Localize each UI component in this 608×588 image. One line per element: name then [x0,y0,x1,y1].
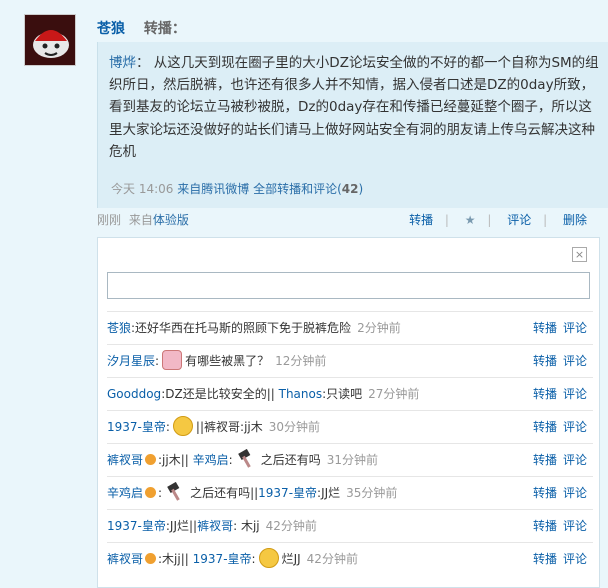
forward-button[interactable]: 转播 [409,213,433,227]
comment-user[interactable]: Thanos [279,387,323,401]
comment-user[interactable]: 苍狼 [107,321,131,335]
all-forwards-label: 全部转播和评论 [253,182,338,196]
post-meta-line: 刚刚 来自体验版 转播 | ★ | 评论 | 删除 [97,211,597,228]
forward-button[interactable]: 转播 [533,387,557,401]
comment-button[interactable]: 评论 [563,552,587,566]
comment-row: 1937-皇帝: ||裤衩哥:jj木 30分钟前 转播 评论 [107,410,593,443]
divider: | [444,213,449,227]
forward-count: 42 [341,182,359,196]
forward-button[interactable]: 转播 [533,486,557,500]
comment-user[interactable]: 1937-皇帝 [107,420,166,434]
comment-text: 有哪些被黑了？ [185,354,270,368]
post-actions: 转播 | ★ | 评论 | 删除 [397,211,587,228]
quoted-colon: ： [136,55,150,71]
comment-user[interactable]: 辛鸡启 [193,453,229,467]
comment-text: :DZ还是比较安全的|| [161,387,275,401]
comment-row: Gooddog:DZ还是比较安全的|| Thanos:只读吧 27分钟前 转播 评论 [107,377,593,410]
divider: | [543,213,548,227]
quoted-time: 今天 14:06 [111,182,174,196]
comment-time: 12分钟前 [275,354,327,368]
comment-time: 42分钟前 [306,552,358,566]
comment-text: ||裤衩哥: [195,420,245,434]
comment-row: 1937-皇帝:JJ烂||裤衩哥: 木jj 42分钟前 转播 评论 [107,509,593,542]
comment-button[interactable]: 评论 [563,519,587,533]
comment-text: : 木jj [233,519,260,533]
hammer-icon [165,481,187,502]
vip-icon [145,454,157,465]
post-header: 苍狼 转播： [97,18,186,38]
comment-user[interactable]: 裤衩哥 [107,453,143,467]
comment-button[interactable]: 评论 [563,420,587,434]
hammer-icon [236,448,258,469]
comment-text: 烂JJ [281,552,301,566]
comment-row: 辛鸡启: 之后还有吗||1937-皇帝:JJ烂 35分钟前 转播 评论 [107,476,593,509]
comment-row: 裤衩哥:jj木|| 辛鸡启: 之后还有吗 31分钟前 转播 评论 [107,443,593,476]
comment-panel: × 苍狼:还好华西在托马斯的照顾下免于脱裤危险 2分钟前 转播 评论 汐月星辰: 有哪… [97,237,600,588]
comment-input[interactable] [107,272,590,299]
vip-icon [145,553,157,564]
comment-text: :jj木|| [158,453,189,467]
post-time: 刚刚 [97,213,122,227]
comment-button[interactable]: 评论 [563,354,587,368]
post-action: 转播： [143,21,186,37]
comment-text: :JJ烂 [317,486,341,500]
comment-text: :木jj|| [158,552,189,566]
comment-time: 2分钟前 [357,321,401,335]
forward-button[interactable]: 转播 [533,552,557,566]
comment-user[interactable]: 裤衩哥 [107,552,143,566]
comment-button[interactable]: 评论 [563,486,587,500]
comment-text: 之后还有吗 [260,453,321,467]
avatar[interactable] [24,14,76,66]
quoted-source-link[interactable]: 来自腾讯微博 [177,182,249,196]
comment-row: 裤衩哥:木jj|| 1937-皇帝: 烂JJ 42分钟前 转播 评论 [107,542,593,575]
comment-button[interactable]: 评论 [563,453,587,467]
all-forwards-link[interactable]: 全部转播和评论(42) [253,182,363,196]
comment-button[interactable]: 评论 [507,213,531,227]
post-via-prefix: 来自 [128,213,153,227]
post-author[interactable]: 苍狼 [97,21,125,37]
star-icon[interactable]: ★ [465,213,476,227]
quoted-author[interactable]: 博烨 [109,55,136,71]
comment-row: 苍狼:还好华西在托马斯的照顾下免于脱裤危险 2分钟前 转播 评论 [107,311,593,344]
comment-user[interactable]: 辛鸡启 [107,486,143,500]
post-via-link[interactable]: 体验版 [153,213,189,227]
emoticon-icon [172,415,193,436]
comment-user[interactable]: 汐月星辰 [107,354,155,368]
comment-text: :JJ烂|| [165,519,198,533]
comment-text: :只读吧 [322,387,363,401]
delete-button[interactable]: 删除 [563,213,587,227]
comment-time: 35分钟前 [346,486,398,500]
emoticon-icon [162,349,183,370]
comment-time: 27分钟前 [368,387,420,401]
comment-user[interactable]: 裤衩哥 [197,519,233,533]
comment-time: 42分钟前 [265,519,317,533]
forward-button[interactable]: 转播 [533,321,557,335]
vip-icon [145,487,157,498]
wolf-icon [25,15,75,65]
comment-user[interactable]: Gooddog [107,387,161,401]
comment-time: 31分钟前 [326,453,379,467]
comment-text: :还好华西在托马斯的照顾下免于脱裤危险 [131,321,352,335]
comment-user[interactable]: 1937-皇帝 [258,486,317,500]
comment-user[interactable]: 1937-皇帝 [193,552,252,566]
comment-text: 之后还有吗|| [190,486,259,500]
emoticon-icon [258,547,279,568]
comment-user[interactable]: 1937-皇帝 [107,519,166,533]
comment-button[interactable]: 评论 [563,321,587,335]
comment-row: 汐月星辰: 有哪些被黑了？ 12分钟前 转播 评论 [107,344,593,377]
forward-button[interactable]: 转播 [533,420,557,434]
quoted-post-body: 博烨： 从这几天到现在圈子里的大小DZ论坛安全做的不好的都一个自称为SM的组织所… [109,52,605,163]
comment-button[interactable]: 评论 [563,387,587,401]
comment-text: jj木 [244,420,263,434]
forward-button[interactable]: 转播 [533,354,557,368]
comment-time: 30分钟前 [268,420,321,434]
forward-count-close: ) [358,182,364,196]
close-icon[interactable]: × [572,247,587,262]
forward-button[interactable]: 转播 [533,453,557,467]
forward-button[interactable]: 转播 [533,519,557,533]
divider: | [487,213,492,227]
quoted-text: 从这几天到现在圈子里的大小DZ论坛安全做的不好的都一个自称为SM的组织所日，然后… [109,55,599,160]
quoted-meta: 今天 14:06 来自腾讯微博 全部转播和评论(42) [111,180,363,197]
quoted-post: 博烨： 从这几天到现在圈子里的大小DZ论坛安全做的不好的都一个自称为SM的组织所… [97,42,608,208]
